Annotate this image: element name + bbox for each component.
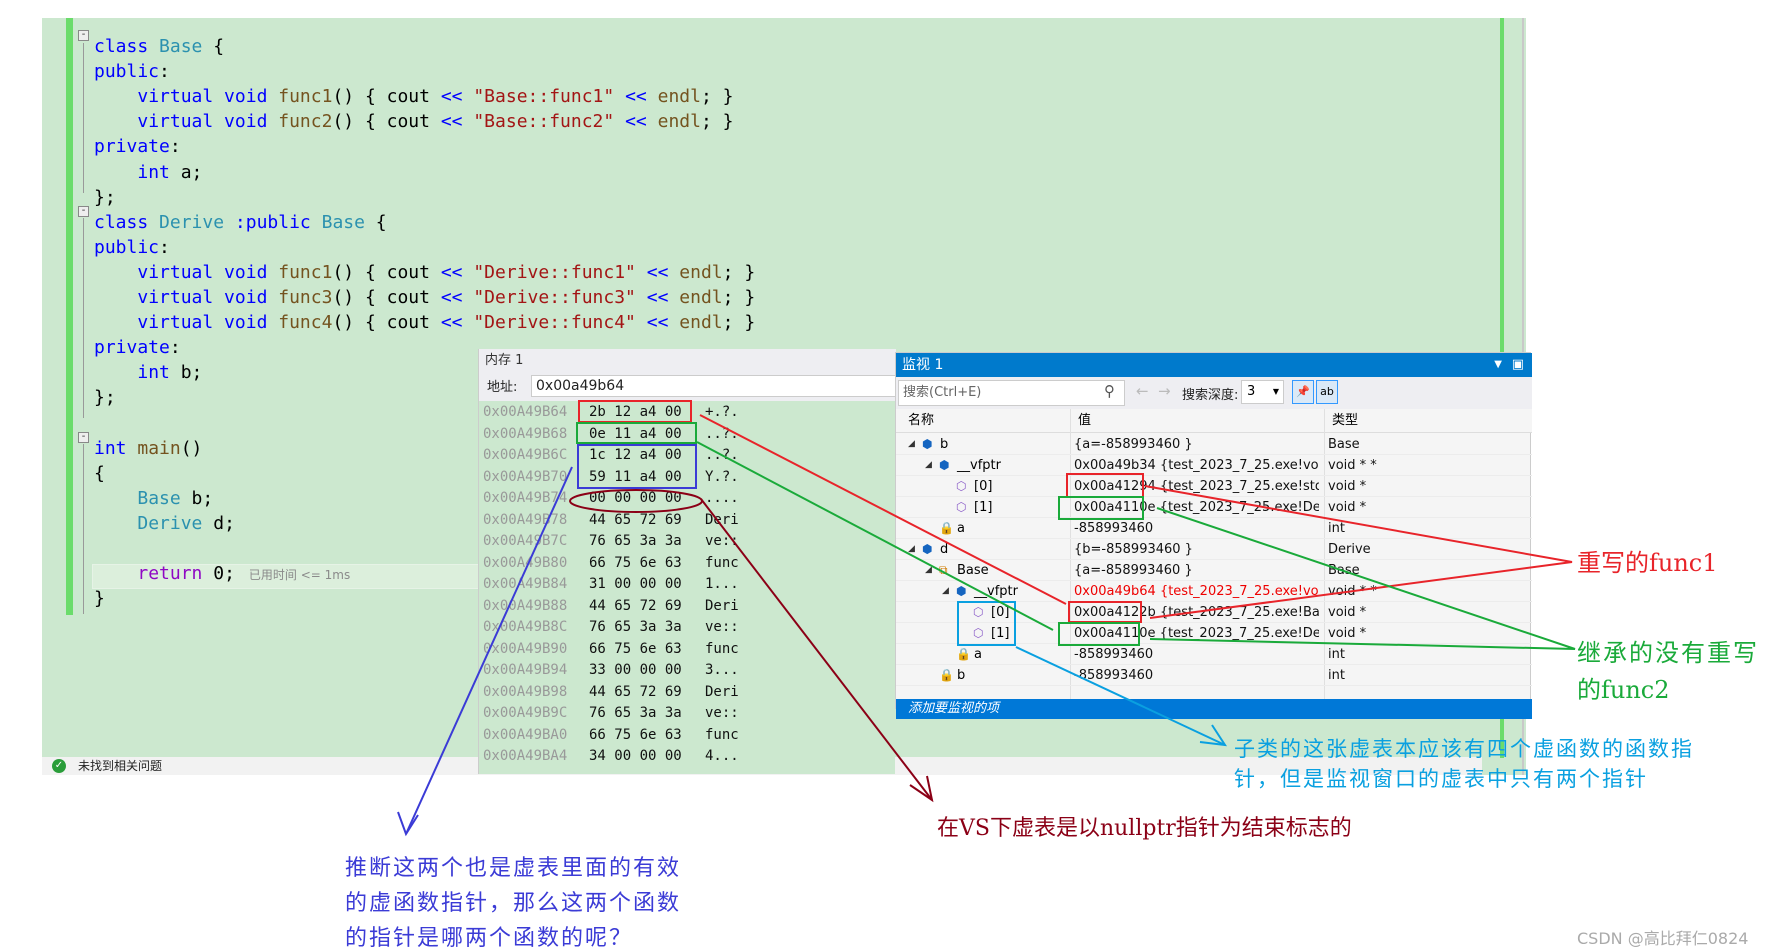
arrow-red-memory: [699, 414, 1067, 605]
annotation-subclass-1: 子类的这张虚表本应该有四个虚函数的函数指: [1234, 737, 1694, 761]
annotation-guess-3: 的指针是哪两个函数的呢？: [345, 926, 634, 951]
annotation-inherited-2: 的func2: [1577, 676, 1670, 704]
arrow-green-memory: [696, 441, 1054, 631]
highlight-box-red: [1068, 601, 1142, 623]
watermark: CSDN @高比拜仁0824: [1577, 929, 1749, 948]
annotation-guess-2: 的虚函数指针，那么这两个函数: [345, 891, 682, 916]
annotation-guess-1: 推断这两个也是虚表里面的有效: [345, 856, 682, 881]
annotation-overridden: 重写的func1: [1577, 549, 1718, 577]
highlight-ellipse-null: [569, 489, 703, 513]
highlight-box-cyan: [957, 601, 1016, 646]
highlight-box-red: [578, 400, 692, 423]
highlight-box-blue: [577, 444, 697, 489]
arrow-green-func2: [1149, 507, 1576, 650]
highlight-box-green: [576, 422, 697, 444]
highlight-box-green: [1058, 496, 1144, 520]
arrow-cyan: [1015, 646, 1226, 746]
highlight-box-green: [1058, 622, 1140, 646]
arrow-blue: [405, 466, 573, 835]
annotation-nullptr: 在VS下虚表是以nullptr指针为结束标志的: [937, 816, 1352, 841]
highlight-box-red: [1066, 473, 1144, 498]
annotation-inherited: 继承的没有重写: [1577, 639, 1759, 667]
arrow-red-func1: [1144, 485, 1573, 619]
arrow-darkred: [700, 498, 933, 801]
annotation-arrows: [397, 400, 1576, 837]
annotation-subclass-2: 针，但是监视窗口的虚表中只有两个指针: [1234, 767, 1648, 791]
